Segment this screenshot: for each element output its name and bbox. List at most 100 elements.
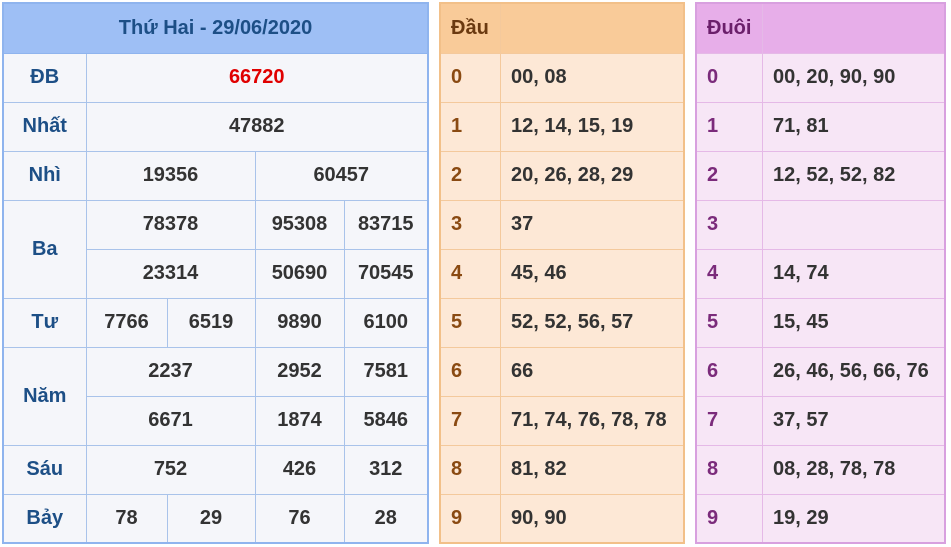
duoi-row: 0 00, 20, 90, 90 (695, 52, 946, 103)
dau-row: 3 37 (439, 199, 685, 250)
prize-number: 60457 (254, 150, 429, 201)
dau-values: 66 (499, 346, 685, 397)
dau-values: 52, 52, 56, 57 (499, 297, 685, 348)
duoi-digit: 8 (695, 444, 764, 495)
duoi-values: 14, 74 (762, 248, 946, 299)
duoi-digit: 4 (695, 248, 764, 299)
duoi-row: 5 15, 45 (695, 297, 946, 348)
prize-row-db: ĐB 66720 (2, 52, 429, 103)
duoi-row: 3 (695, 199, 946, 250)
dau-row: 7 71, 74, 76, 78, 78 (439, 395, 685, 446)
dau-values: 45, 46 (499, 248, 685, 299)
prize-number: 752 (85, 444, 256, 495)
prize-number: 95308 (254, 199, 345, 250)
prize-label-bay: Bảy (2, 493, 87, 544)
dau-digit: 5 (439, 297, 501, 348)
prize-label-nam: Năm (2, 346, 87, 446)
duoi-digit: 0 (695, 52, 764, 103)
prize-number: 6671 (85, 395, 256, 446)
duoi-values: 08, 28, 78, 78 (762, 444, 946, 495)
prize-row-sau: Sáu 752 426 312 (2, 444, 429, 495)
dau-digit: 0 (439, 52, 501, 103)
prize-number: 6519 (166, 297, 256, 348)
duoi-digit: 5 (695, 297, 764, 348)
prize-label-db: ĐB (2, 52, 87, 103)
prize-number: 76 (254, 493, 345, 544)
prize-number: 47882 (85, 101, 429, 152)
duoi-values: 71, 81 (762, 101, 946, 152)
prize-label-ba: Ba (2, 199, 87, 299)
dau-digit: 1 (439, 101, 501, 152)
dau-digit: 7 (439, 395, 501, 446)
results-title: Thứ Hai - 29/06/2020 (2, 2, 429, 54)
prize-number: 6100 (343, 297, 429, 348)
dau-table: Đầu 0 00, 08 1 12, 14, 15, 19 2 20, 26, 28,… (439, 2, 685, 544)
dau-values: 71, 74, 76, 78, 78 (499, 395, 685, 446)
prize-label-sau: Sáu (2, 444, 87, 495)
prize-number: 23314 (85, 248, 256, 299)
dau-values: 12, 14, 15, 19 (499, 101, 685, 152)
prize-number: 78378 (85, 199, 256, 250)
results-header-row: Thứ Hai - 29/06/2020 (2, 2, 429, 54)
dau-values: 90, 90 (499, 493, 685, 544)
duoi-row: 4 14, 74 (695, 248, 946, 299)
duoi-row: 9 19, 29 (695, 493, 946, 544)
dau-row: 0 00, 08 (439, 52, 685, 103)
duoi-row: 2 12, 52, 52, 82 (695, 150, 946, 201)
duoi-row: 7 37, 57 (695, 395, 946, 446)
dau-values: 20, 26, 28, 29 (499, 150, 685, 201)
prize-number: 28 (343, 493, 429, 544)
prize-number: 7766 (85, 297, 168, 348)
dau-digit: 2 (439, 150, 501, 201)
prize-number: 29 (166, 493, 256, 544)
dau-header: Đầu (439, 2, 501, 54)
dau-row: 2 20, 26, 28, 29 (439, 150, 685, 201)
duoi-values: 37, 57 (762, 395, 946, 446)
dau-row: 6 66 (439, 346, 685, 397)
prize-row-nhat: Nhất 47882 (2, 101, 429, 152)
dau-digit: 4 (439, 248, 501, 299)
prize-number: 9890 (254, 297, 345, 348)
prize-row-bay: Bảy 78 29 76 28 (2, 493, 429, 544)
prize-label-tu: Tư (2, 297, 87, 348)
duoi-header-row: Đuôi (695, 2, 946, 54)
prize-number: 7581 (343, 346, 429, 397)
dau-digit: 8 (439, 444, 501, 495)
duoi-digit: 9 (695, 493, 764, 544)
dau-values: 00, 08 (499, 52, 685, 103)
duoi-values: 00, 20, 90, 90 (762, 52, 946, 103)
special-prize-number: 66720 (85, 52, 429, 103)
prize-number: 5846 (343, 395, 429, 446)
prize-row-nam: Năm 2237 2952 7581 (2, 346, 429, 446)
dau-header-blank (499, 2, 685, 54)
prize-number: 2237 (85, 346, 256, 397)
prize-number: 426 (254, 444, 345, 495)
prize-number: 50690 (254, 248, 345, 299)
prize-row-tu: Tư 7766 6519 9890 6100 (2, 297, 429, 348)
duoi-table: Đuôi 0 00, 20, 90, 90 1 71, 81 2 12, 52, 52… (695, 2, 946, 544)
dau-row: 1 12, 14, 15, 19 (439, 101, 685, 152)
duoi-digit: 7 (695, 395, 764, 446)
prize-number: 83715 (343, 199, 429, 250)
prize-row-ba: Ba 78378 95308 83715 (2, 199, 429, 299)
duoi-values: 12, 52, 52, 82 (762, 150, 946, 201)
prize-number: 70545 (343, 248, 429, 299)
prize-label-nhi: Nhì (2, 150, 87, 201)
dau-digit: 9 (439, 493, 501, 544)
duoi-header: Đuôi (695, 2, 764, 54)
duoi-header-blank (762, 2, 946, 54)
dau-row: 5 52, 52, 56, 57 (439, 297, 685, 348)
prize-number: 19356 (85, 150, 256, 201)
duoi-digit: 3 (695, 199, 764, 250)
duoi-digit: 2 (695, 150, 764, 201)
duoi-row: 1 71, 81 (695, 101, 946, 152)
dau-digit: 6 (439, 346, 501, 397)
duoi-values: 15, 45 (762, 297, 946, 348)
prize-number: 78 (85, 493, 168, 544)
prize-number: 2952 (254, 346, 345, 397)
prize-label-nhat: Nhất (2, 101, 87, 152)
duoi-row: 8 08, 28, 78, 78 (695, 444, 946, 495)
dau-row: 4 45, 46 (439, 248, 685, 299)
dau-values: 81, 82 (499, 444, 685, 495)
dau-row: 9 90, 90 (439, 493, 685, 544)
